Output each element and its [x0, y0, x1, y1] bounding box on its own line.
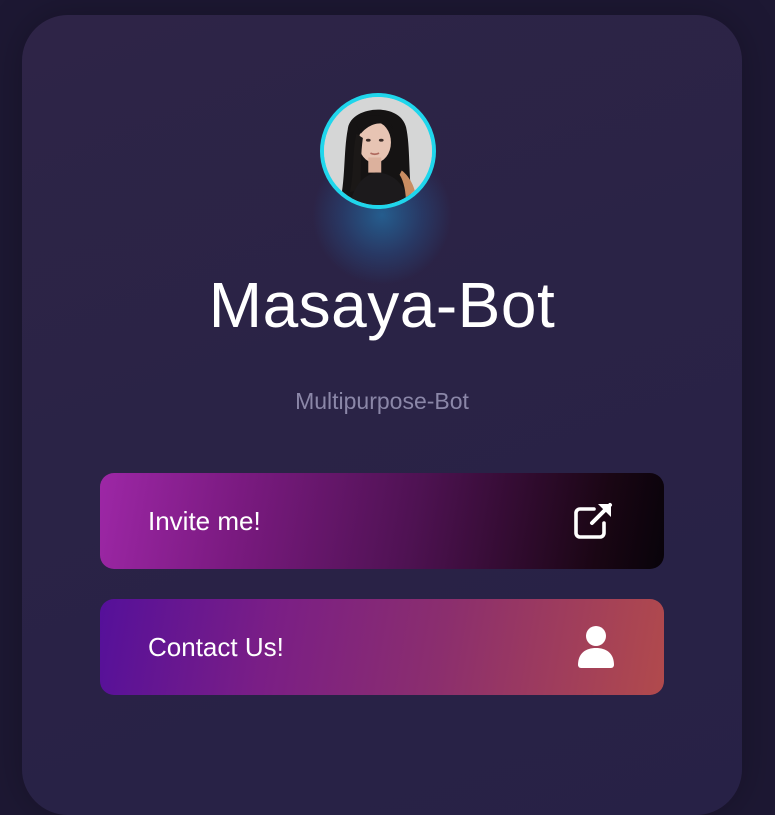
profile-card: Masaya-Bot Multipurpose-Bot Invite me! C…: [22, 15, 742, 815]
bot-name: Masaya-Bot: [208, 269, 556, 341]
invite-button-label: Invite me!: [148, 505, 261, 536]
user-icon: [576, 625, 616, 669]
contact-button[interactable]: Contact Us!: [100, 599, 664, 695]
bot-tagline: Multipurpose-Bot: [295, 388, 469, 414]
external-link-icon: [570, 501, 616, 541]
contact-button-label: Contact Us!: [148, 631, 284, 662]
avatar-image: [324, 97, 432, 205]
invite-button[interactable]: Invite me!: [100, 473, 664, 569]
avatar: [320, 93, 436, 209]
